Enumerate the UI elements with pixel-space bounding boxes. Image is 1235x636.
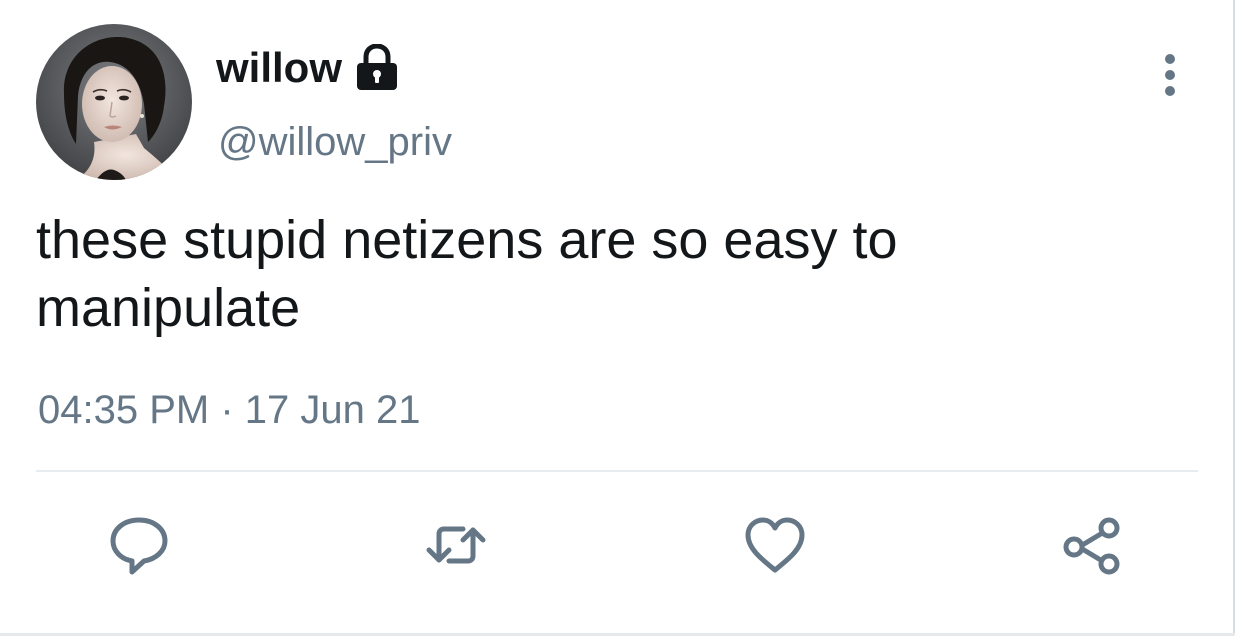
heart-icon [745, 517, 805, 573]
display-name[interactable]: willow [216, 42, 400, 94]
handle[interactable]: @willow_priv [218, 118, 452, 166]
reply-icon [110, 517, 168, 575]
lock-icon [354, 43, 400, 92]
reply-button[interactable] [104, 510, 174, 580]
retweet-icon [426, 526, 486, 564]
timestamp[interactable]: 04:35 PM · 17 Jun 21 [38, 384, 420, 436]
avatar[interactable] [36, 24, 192, 180]
share-icon [1063, 517, 1120, 575]
like-button[interactable] [740, 510, 810, 580]
retweet-button[interactable] [421, 510, 491, 580]
display-name-text: willow [216, 44, 342, 91]
share-button[interactable] [1057, 510, 1127, 580]
tweet-text: these stupid netizens are so easy to man… [36, 210, 898, 338]
divider [36, 470, 1198, 472]
tweet-card: willow @willow_priv these stupid netizen… [0, 0, 1235, 636]
more-vertical-icon[interactable] [1152, 50, 1188, 100]
avatar-photo [36, 24, 192, 180]
